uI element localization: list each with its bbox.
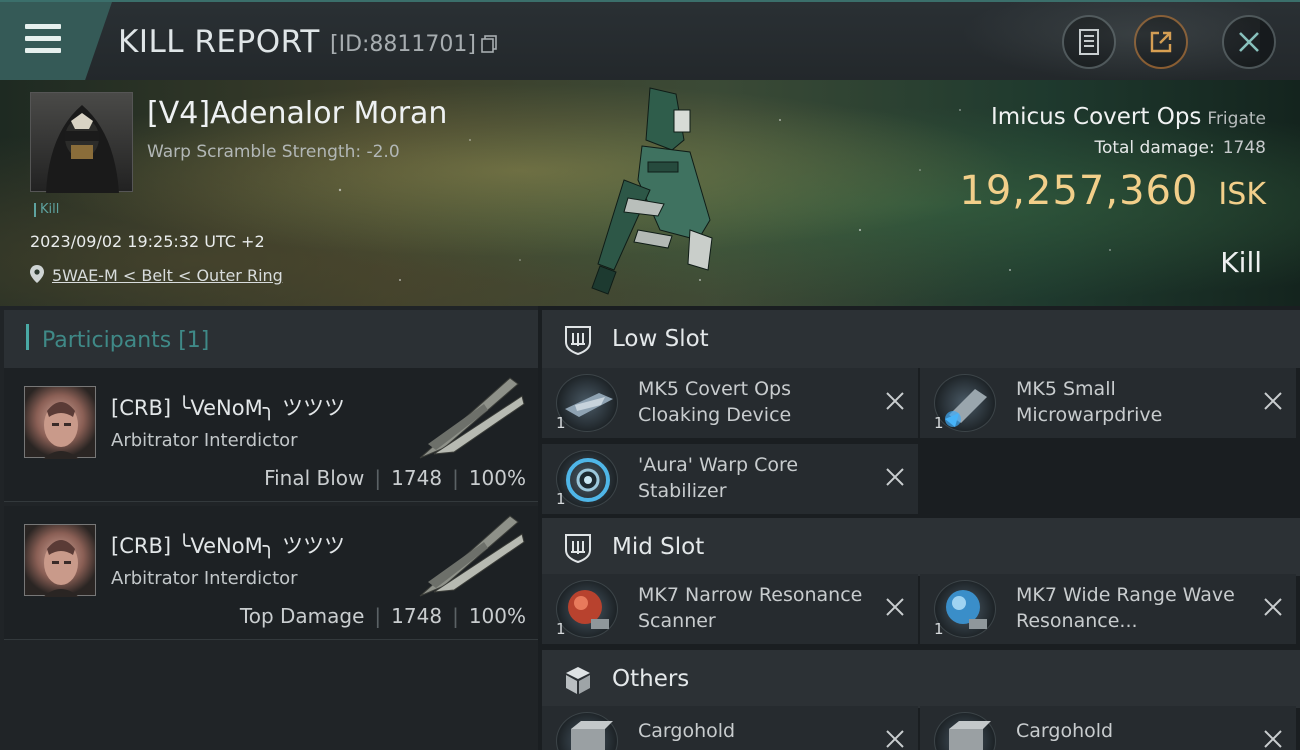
participant-name: [CRB] ╰VeNoM╮ ツツツ (111, 396, 346, 420)
module-quantity: 1 (934, 620, 944, 638)
others-header: Others (542, 650, 1300, 708)
mid-slot-icon (565, 534, 591, 564)
isk-value-row: 19,257,360 ISK (959, 168, 1266, 214)
participants-title: Participants [1] (42, 328, 210, 353)
participant-card[interactable]: [CRB] ╰VeNoM╮ ツツツ Arbitrator Interdictor… (4, 506, 538, 640)
cargohold-icon (556, 712, 618, 750)
module-item[interactable]: 1 'Aura' Warp Core Stabilizer (542, 444, 918, 514)
remove-icon[interactable] (884, 728, 906, 750)
cargohold-icon (934, 712, 996, 750)
remove-icon[interactable] (884, 596, 906, 618)
participant-ship-image (419, 515, 525, 597)
menu-button[interactable] (0, 2, 112, 80)
kill-result: Kill (1220, 246, 1262, 279)
victim-ship-image (591, 87, 713, 295)
share-icon (1150, 31, 1172, 53)
remove-icon[interactable] (1262, 596, 1284, 618)
ship-name-text[interactable]: Imicus Covert Ops (991, 104, 1201, 130)
low-slot-title: Low Slot (612, 326, 709, 352)
total-damage-label: Total damage: (1094, 138, 1215, 158)
mid-slot-header: Mid Slot (542, 518, 1300, 576)
remove-icon[interactable] (1262, 390, 1284, 412)
participant-percent: 100% (468, 604, 526, 628)
participant-damage: 1748 (391, 604, 443, 628)
victim-name: [V4]Adenalor Moran (147, 96, 448, 131)
ship-class: Frigate (1207, 109, 1266, 129)
participant-card[interactable]: [CRB] ╰VeNoM╮ ツツツ Arbitrator Interdictor… (4, 368, 538, 502)
participant-role: Final Blow (264, 466, 365, 490)
module-name: 'Aura' Warp Core Stabilizer (638, 454, 799, 502)
participant-ship: Arbitrator Interdictor (111, 430, 298, 451)
warp-scramble-strength: Warp Scramble Strength: -2.0 (147, 142, 400, 162)
kill-location-link[interactable]: 5WAE-M < Belt < Outer Ring (52, 266, 283, 285)
total-damage-value: 1748 (1222, 138, 1266, 158)
participants-panel: Participants [1] [CRB] ╰VeNoM╮ ツツツ Arbit… (0, 306, 538, 750)
module-item[interactable]: Cargohold (542, 706, 918, 750)
details-button[interactable] (1062, 15, 1116, 69)
title-bar: KILL REPORT [ID:8811701] (0, 0, 1300, 82)
module-item[interactable]: 1 MK7 Narrow Resonance Scanner (542, 574, 918, 644)
module-name: MK5 Covert Ops Cloaking Device (638, 378, 792, 426)
participant-percent: 100% (468, 466, 526, 490)
module-item[interactable]: Cargohold (920, 706, 1296, 750)
participants-header[interactable]: Participants [1] (4, 310, 538, 368)
participant-ship: Arbitrator Interdictor (111, 568, 298, 589)
module-quantity: 1 (556, 490, 566, 508)
module-item[interactable]: 1 MK7 Wide Range Wave Resonance... (920, 574, 1296, 644)
module-name: MK5 Small Microwarpdrive (1016, 378, 1163, 426)
kill-datetime: 2023/09/02 19:25:32 UTC +2 (30, 232, 265, 251)
remove-icon[interactable] (884, 466, 906, 488)
participant-role: Top Damage (239, 604, 365, 628)
module-quantity: 1 (556, 620, 566, 638)
participant-stats: Final Blow | 1748 | 100% (264, 466, 526, 490)
kill-type-tag: Kill (34, 203, 59, 217)
low-slot-icon (565, 326, 591, 356)
participant-avatar[interactable] (24, 524, 96, 597)
location-pin-icon (30, 265, 44, 283)
mid-slot-title: Mid Slot (612, 534, 705, 560)
module-item[interactable]: 1 MK5 Covert Ops Cloaking Device (542, 368, 918, 438)
page-title: KILL REPORT (118, 24, 320, 60)
close-button[interactable] (1222, 15, 1276, 69)
copy-icon[interactable] (481, 35, 497, 53)
low-slot-header: Low Slot (542, 310, 1300, 368)
isk-value: 19,257,360 (959, 168, 1199, 214)
module-name: MK7 Wide Range Wave Resonance... (1016, 584, 1235, 632)
cube-icon (566, 667, 590, 694)
document-icon (1079, 29, 1099, 55)
header-accent-bar (26, 324, 29, 350)
share-button[interactable] (1134, 15, 1188, 69)
module-name: Cargohold (1016, 720, 1114, 742)
remove-icon[interactable] (884, 390, 906, 412)
participant-stats: Top Damage | 1748 | 100% (239, 604, 526, 628)
victim-banner: [V4]Adenalor Moran Warp Scramble Strengt… (0, 80, 1300, 306)
isk-unit: ISK (1218, 177, 1266, 212)
participant-avatar[interactable] (24, 386, 96, 459)
others-title: Others (612, 666, 690, 692)
participant-name: [CRB] ╰VeNoM╮ ツツツ (111, 534, 346, 558)
module-quantity: 1 (556, 414, 566, 432)
module-quantity: 1 (934, 414, 944, 432)
close-icon (1239, 32, 1259, 52)
participant-ship-image (419, 377, 525, 459)
victim-ship-name: Imicus Covert Ops Frigate (991, 104, 1266, 130)
remove-icon[interactable] (1262, 728, 1284, 750)
module-item[interactable]: 1 MK5 Small Microwarpdrive (920, 368, 1296, 438)
victim-portrait[interactable] (30, 92, 133, 193)
participant-damage: 1748 (391, 466, 443, 490)
total-damage: Total damage: 1748 (1094, 138, 1266, 158)
menu-icon (25, 24, 61, 54)
report-id: [ID:8811701] (330, 32, 476, 57)
module-name: Cargohold (638, 720, 736, 742)
module-name: MK7 Narrow Resonance Scanner (638, 584, 863, 632)
fitting-panel: Low Slot 1 MK5 Covert Ops Cloaking Devic… (538, 306, 1300, 750)
